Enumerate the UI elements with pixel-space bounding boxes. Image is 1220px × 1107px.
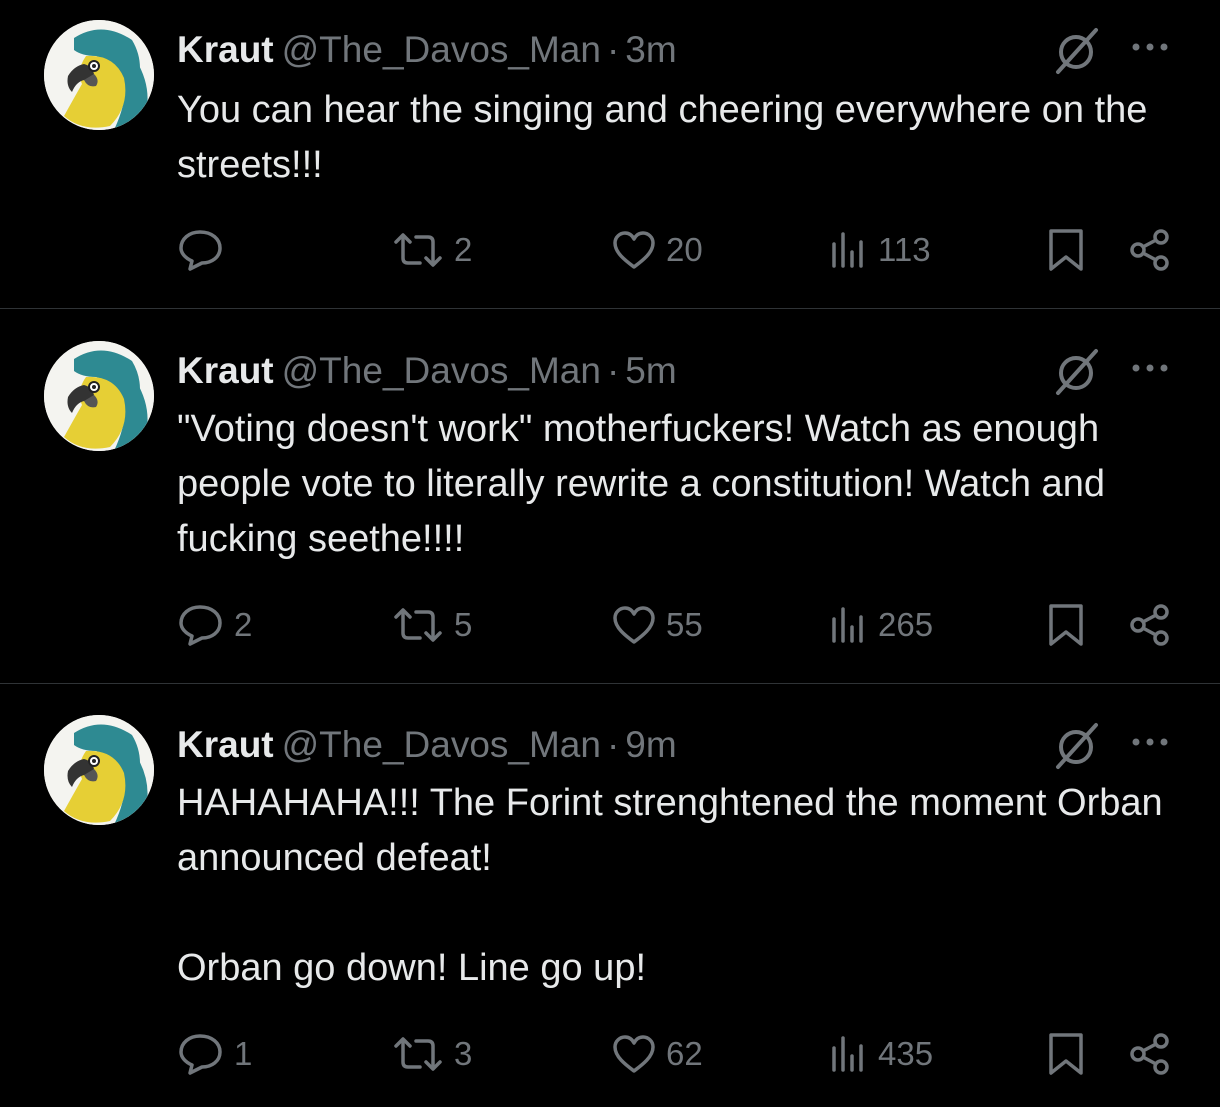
reply-icon	[179, 230, 222, 271]
timestamp[interactable]: 5m	[625, 350, 676, 391]
views-count: 435	[878, 1035, 934, 1072]
repost-count: 3	[454, 1035, 473, 1072]
separator-dot: ·	[606, 350, 620, 391]
action-bar: 2 5 55 265	[0, 595, 1220, 655]
views-icon	[832, 1036, 863, 1072]
tweet[interactable]: Kraut @The_Davos_Man · 3m You can hear the …	[0, 0, 1220, 308]
divider	[0, 683, 1220, 684]
author-name[interactable]: Kraut	[177, 350, 274, 391]
like-count: 62	[666, 1035, 703, 1072]
bookmark-icon	[1049, 604, 1083, 646]
share-icon	[1130, 604, 1169, 646]
tweet-header: Kraut @The_Davos_Man · 5m	[177, 349, 677, 393]
repost-button[interactable]: 2	[392, 220, 472, 280]
author-name[interactable]: Kraut	[177, 29, 274, 70]
share-icon	[1130, 229, 1169, 271]
tweet[interactable]: Kraut @The_Davos_Man · 5m "Voting doesn't w…	[0, 321, 1220, 683]
avatar[interactable]	[44, 20, 154, 130]
action-bar: 1 3 62 435	[0, 1024, 1220, 1084]
reply-count: 1	[234, 1035, 253, 1072]
views-icon	[832, 232, 863, 268]
tweet-text: HAHAHAHA!!! The Forint strenghtened the …	[177, 776, 1187, 996]
reply-button[interactable]	[178, 220, 234, 280]
tweet-header: Kraut @The_Davos_Man · 9m	[177, 723, 677, 767]
heart-icon	[613, 1035, 655, 1073]
repost-count: 5	[454, 606, 473, 643]
reply-button[interactable]: 1	[178, 1024, 252, 1084]
views-icon	[832, 607, 863, 643]
like-count: 20	[666, 231, 703, 268]
author-handle[interactable]: @The_Davos_Man	[282, 724, 601, 765]
like-count: 55	[666, 606, 703, 643]
repost-icon	[394, 233, 442, 267]
repost-button[interactable]: 5	[392, 595, 472, 655]
reply-icon	[179, 1034, 222, 1075]
repost-button[interactable]: 3	[392, 1024, 472, 1084]
timestamp[interactable]: 9m	[625, 724, 676, 765]
heart-icon	[613, 231, 655, 269]
bookmark-button[interactable]	[1046, 220, 1086, 280]
tweet-text: "Voting doesn't work" motherfuckers! Wat…	[177, 402, 1187, 567]
views-button[interactable]: 113	[830, 220, 931, 280]
views-button[interactable]: 435	[830, 1024, 933, 1084]
repost-icon	[394, 608, 442, 642]
bookmark-button[interactable]	[1046, 1024, 1086, 1084]
timestamp[interactable]: 3m	[625, 29, 676, 70]
tweet-text-paragraph: Orban go down! Line go up!	[177, 947, 647, 989]
tweet-header: Kraut @The_Davos_Man · 3m	[177, 28, 677, 72]
share-button[interactable]	[1128, 220, 1172, 280]
views-count: 265	[878, 606, 934, 643]
repost-icon	[394, 1037, 442, 1071]
action-bar: 2 20 113	[0, 220, 1220, 280]
more-options-icon[interactable]	[1128, 727, 1172, 757]
repost-count: 2	[454, 231, 473, 268]
separator-dot: ·	[606, 29, 620, 70]
author-handle[interactable]: @The_Davos_Man	[282, 350, 601, 391]
parrot-avatar-icon	[44, 341, 154, 451]
tweet-text: You can hear the singing and cheering ev…	[177, 83, 1187, 193]
share-icon	[1130, 1033, 1169, 1075]
more-options-icon[interactable]	[1128, 32, 1172, 62]
tweet-text-paragraph: HAHAHAHA!!! The Forint strenghtened the …	[177, 782, 1174, 879]
more-options-icon[interactable]	[1128, 353, 1172, 383]
bookmark-button[interactable]	[1046, 595, 1086, 655]
heart-icon	[613, 606, 655, 644]
reply-count: 2	[234, 606, 253, 643]
grok-icon[interactable]	[1050, 347, 1104, 397]
bookmark-icon	[1049, 229, 1083, 271]
parrot-avatar-icon	[44, 715, 154, 825]
avatar[interactable]	[44, 715, 154, 825]
bookmark-icon	[1049, 1033, 1083, 1075]
like-button[interactable]: 62	[612, 1024, 703, 1084]
grok-icon[interactable]	[1050, 26, 1104, 76]
author-name[interactable]: Kraut	[177, 724, 274, 765]
separator-dot: ·	[606, 724, 620, 765]
share-button[interactable]	[1128, 1024, 1172, 1084]
parrot-avatar-icon	[44, 20, 154, 130]
reply-button[interactable]: 2	[178, 595, 252, 655]
views-button[interactable]: 265	[830, 595, 933, 655]
divider	[0, 308, 1220, 309]
grok-icon[interactable]	[1050, 721, 1104, 771]
timeline-feed: Kraut @The_Davos_Man · 3m You can hear the …	[0, 0, 1220, 1107]
author-handle[interactable]: @The_Davos_Man	[282, 29, 601, 70]
tweet-text-paragraph: You can hear the singing and cheering ev…	[177, 89, 1158, 186]
tweet[interactable]: Kraut @The_Davos_Man · 9m HAHAHAHA!!! The F…	[0, 695, 1220, 1107]
views-count: 113	[878, 231, 931, 268]
tweet-text-paragraph: "Voting doesn't work" motherfuckers! Wat…	[177, 408, 1116, 560]
avatar[interactable]	[44, 341, 154, 451]
like-button[interactable]: 55	[612, 595, 703, 655]
reply-icon	[179, 605, 222, 646]
like-button[interactable]: 20	[612, 220, 703, 280]
share-button[interactable]	[1128, 595, 1172, 655]
